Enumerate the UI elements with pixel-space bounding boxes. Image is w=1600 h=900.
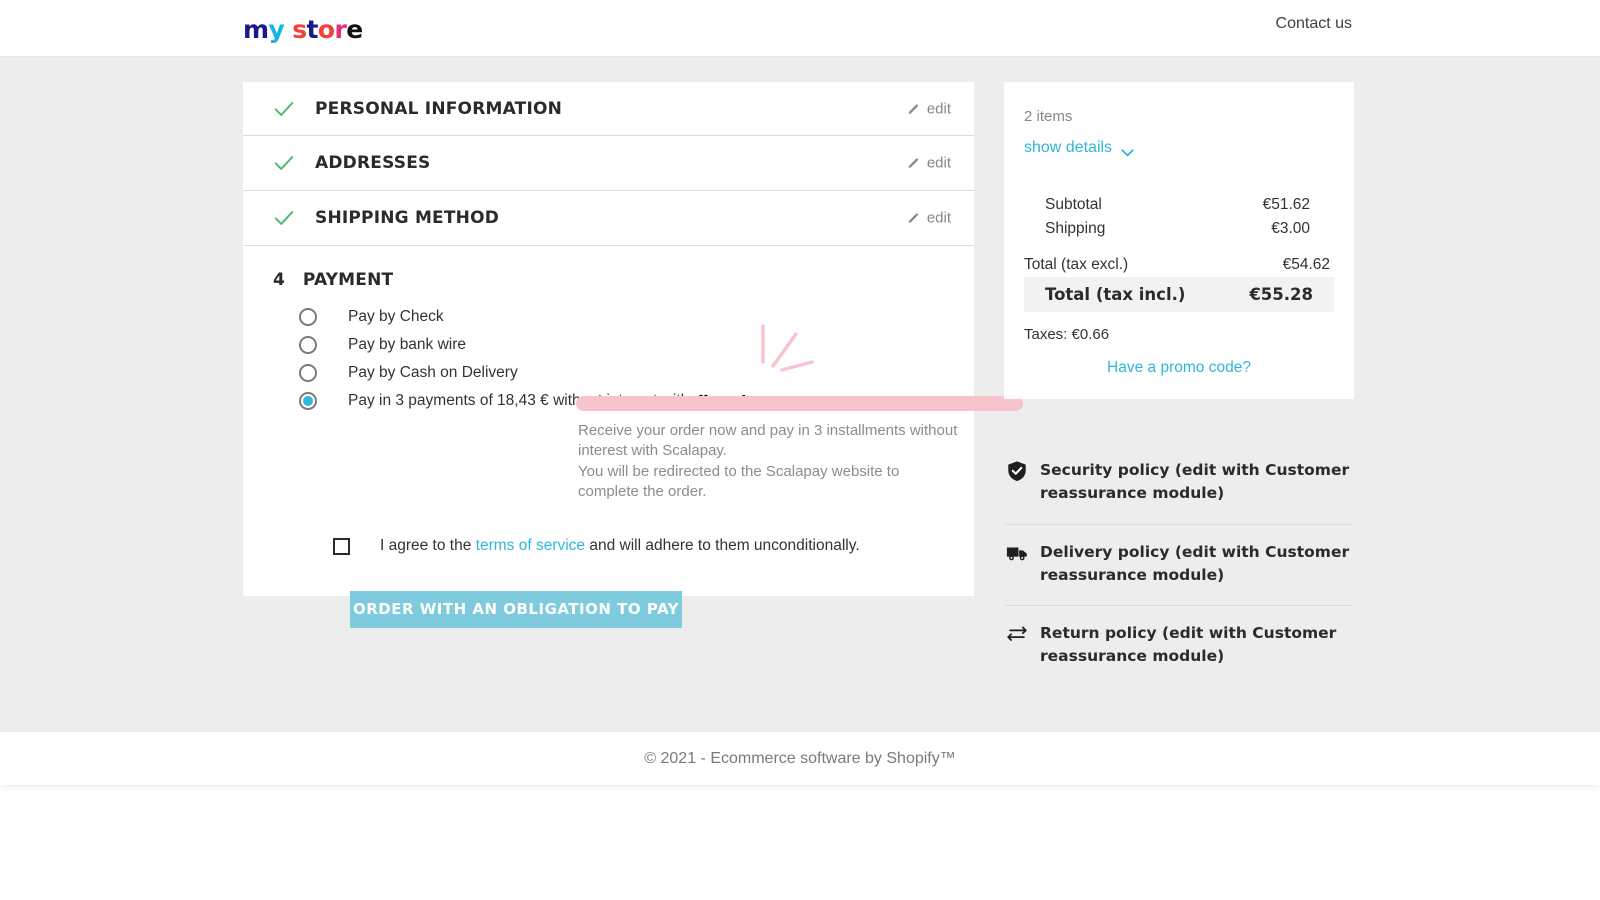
promo-code-link[interactable]: Have a promo code? [1024, 359, 1334, 377]
payment-option-bank-wire[interactable]: Pay by bank wire [299, 331, 959, 359]
policy-label: Delivery policy (edit with Customer reas… [1040, 541, 1352, 588]
payment-options: Pay by Check Pay by bank wire Pay by Cas… [299, 303, 959, 415]
terms-suffix: and will adhere to them unconditionally. [585, 537, 860, 554]
check-icon [273, 98, 295, 120]
policy-return[interactable]: Return policy (edit with Customer reassu… [1006, 606, 1352, 687]
summary-line-label: Subtotal [1045, 196, 1102, 214]
step-title: ADDRESSES [315, 153, 430, 173]
policy-label: Security policy (edit with Customer reas… [1040, 459, 1352, 506]
summary-line-label: Shipping [1045, 220, 1105, 238]
payment-section: 4 PAYMENT Pay by Check Pay by bank wire … [243, 246, 974, 596]
items-count: 2 items [1024, 108, 1334, 125]
summary-line-label: Total (tax excl.) [1024, 256, 1128, 274]
summary-line-shipping: Shipping €3.00 [1024, 217, 1334, 241]
checkout-step-personal-information[interactable]: PERSONAL INFORMATION edit [243, 82, 974, 136]
contact-us-link[interactable]: Contact us [1276, 15, 1352, 33]
scalapay-description-line2: You will be redirected to the Scalapay w… [578, 462, 959, 503]
check-icon [273, 152, 295, 174]
footer-copyright: © 2021 - Ecommerce software by Shopify™ [644, 750, 955, 768]
reassurance-policies: Security policy (edit with Customer reas… [1004, 443, 1354, 687]
checkout-step-addresses[interactable]: ADDRESSES edit [243, 136, 974, 191]
edit-label: edit [927, 155, 951, 172]
checkout-step-shipping-method[interactable]: SHIPPING METHOD edit [243, 191, 974, 246]
check-icon [273, 207, 295, 229]
terms-of-service-link[interactable]: terms of service [476, 537, 585, 554]
payment-step-number: 4 [273, 270, 285, 290]
truck-icon [1006, 542, 1028, 564]
terms-checkbox[interactable] [333, 538, 350, 555]
scalapay-description: Receive your order now and pay in 3 inst… [578, 421, 959, 502]
radio-pay-with-scalapay[interactable] [299, 392, 317, 410]
pencil-icon [907, 212, 920, 225]
terms-agreement-row[interactable]: I agree to the terms of service and will… [333, 537, 860, 555]
payment-option-label: Pay by Check [348, 308, 444, 326]
pencil-icon [907, 102, 920, 115]
show-details-label: show details [1024, 139, 1112, 157]
policy-delivery[interactable]: Delivery policy (edit with Customer reas… [1006, 525, 1352, 607]
checkout-column: PERSONAL INFORMATION edit ADDRESSES [243, 82, 974, 596]
shield-check-icon [1006, 460, 1028, 482]
edit-label: edit [927, 210, 951, 227]
site-header: my store Contact us [0, 0, 1600, 57]
show-details-toggle[interactable]: show details [1024, 139, 1334, 157]
summary-line-value: €54.62 [1283, 256, 1330, 274]
terms-text: I agree to the terms of service and will… [380, 537, 860, 555]
logo-letter: o [318, 15, 335, 44]
radio-pay-by-bank-wire[interactable] [299, 336, 317, 354]
summary-taxes: Taxes: €0.66 [1024, 326, 1334, 343]
scalapay-pink-bar [576, 396, 1023, 411]
scalapay-description-line1: Receive your order now and pay in 3 inst… [578, 421, 959, 462]
edit-label: edit [927, 100, 951, 117]
logo-letter: r [334, 15, 346, 44]
totals-list: Subtotal €51.62 Shipping €3.00 Total (ta… [1024, 193, 1334, 377]
chevron-down-icon [1121, 144, 1134, 152]
payment-option-cash-on-delivery[interactable]: Pay by Cash on Delivery [299, 359, 959, 387]
summary-column: 2 items show details Subtotal €51.62 Shi… [1004, 82, 1354, 687]
logo-letter: y [268, 15, 284, 44]
summary-total-incl: Total (tax incl.) €55.28 [1024, 277, 1334, 312]
policy-security[interactable]: Security policy (edit with Customer reas… [1006, 443, 1352, 525]
logo-letter: t [307, 15, 318, 44]
payment-option-check[interactable]: Pay by Check [299, 303, 959, 331]
payment-step-title: PAYMENT [303, 270, 394, 290]
logo-letter [284, 15, 292, 44]
exchange-arrows-icon [1006, 623, 1028, 645]
order-summary-card: 2 items show details Subtotal €51.62 Shi… [1004, 82, 1354, 399]
policy-label: Return policy (edit with Customer reassu… [1040, 622, 1352, 669]
checkout-page: my store Contact us PERSONAL INFORMATION… [0, 0, 1600, 900]
spacer [1024, 241, 1334, 253]
edit-personal-information-link[interactable]: edit [907, 100, 951, 117]
radio-pay-by-check[interactable] [299, 308, 317, 326]
terms-prefix: I agree to the [380, 537, 476, 554]
logo-letter: e [346, 15, 362, 44]
summary-line-value: €51.62 [1263, 196, 1310, 214]
summary-line-value: €3.00 [1271, 220, 1310, 238]
edit-addresses-link[interactable]: edit [907, 155, 951, 172]
payment-option-label: Pay by bank wire [348, 336, 466, 354]
step-title: PERSONAL INFORMATION [315, 99, 562, 119]
step-title: SHIPPING METHOD [315, 208, 499, 228]
logo-letter: m [243, 15, 268, 44]
order-submit-button[interactable]: ORDER WITH AN OBLIGATION TO PAY [350, 591, 682, 628]
payment-option-label: Pay by Cash on Delivery [348, 364, 518, 382]
radio-pay-by-cash-on-delivery[interactable] [299, 364, 317, 382]
pencil-icon [907, 157, 920, 170]
edit-shipping-method-link[interactable]: edit [907, 210, 951, 227]
store-logo[interactable]: my store [243, 15, 363, 44]
summary-line-label: Total (tax incl.) [1045, 285, 1185, 304]
summary-line-value: €55.28 [1249, 285, 1313, 304]
payment-header: 4 PAYMENT [273, 270, 393, 290]
summary-line-subtotal: Subtotal €51.62 [1024, 193, 1334, 217]
main-content: PERSONAL INFORMATION edit ADDRESSES [0, 57, 1600, 732]
spark-lines-decoration [754, 324, 834, 384]
site-footer: © 2021 - Ecommerce software by Shopify™ [0, 732, 1600, 785]
summary-total-excl: Total (tax excl.) €54.62 [1024, 253, 1334, 277]
logo-letter: s [292, 15, 306, 44]
